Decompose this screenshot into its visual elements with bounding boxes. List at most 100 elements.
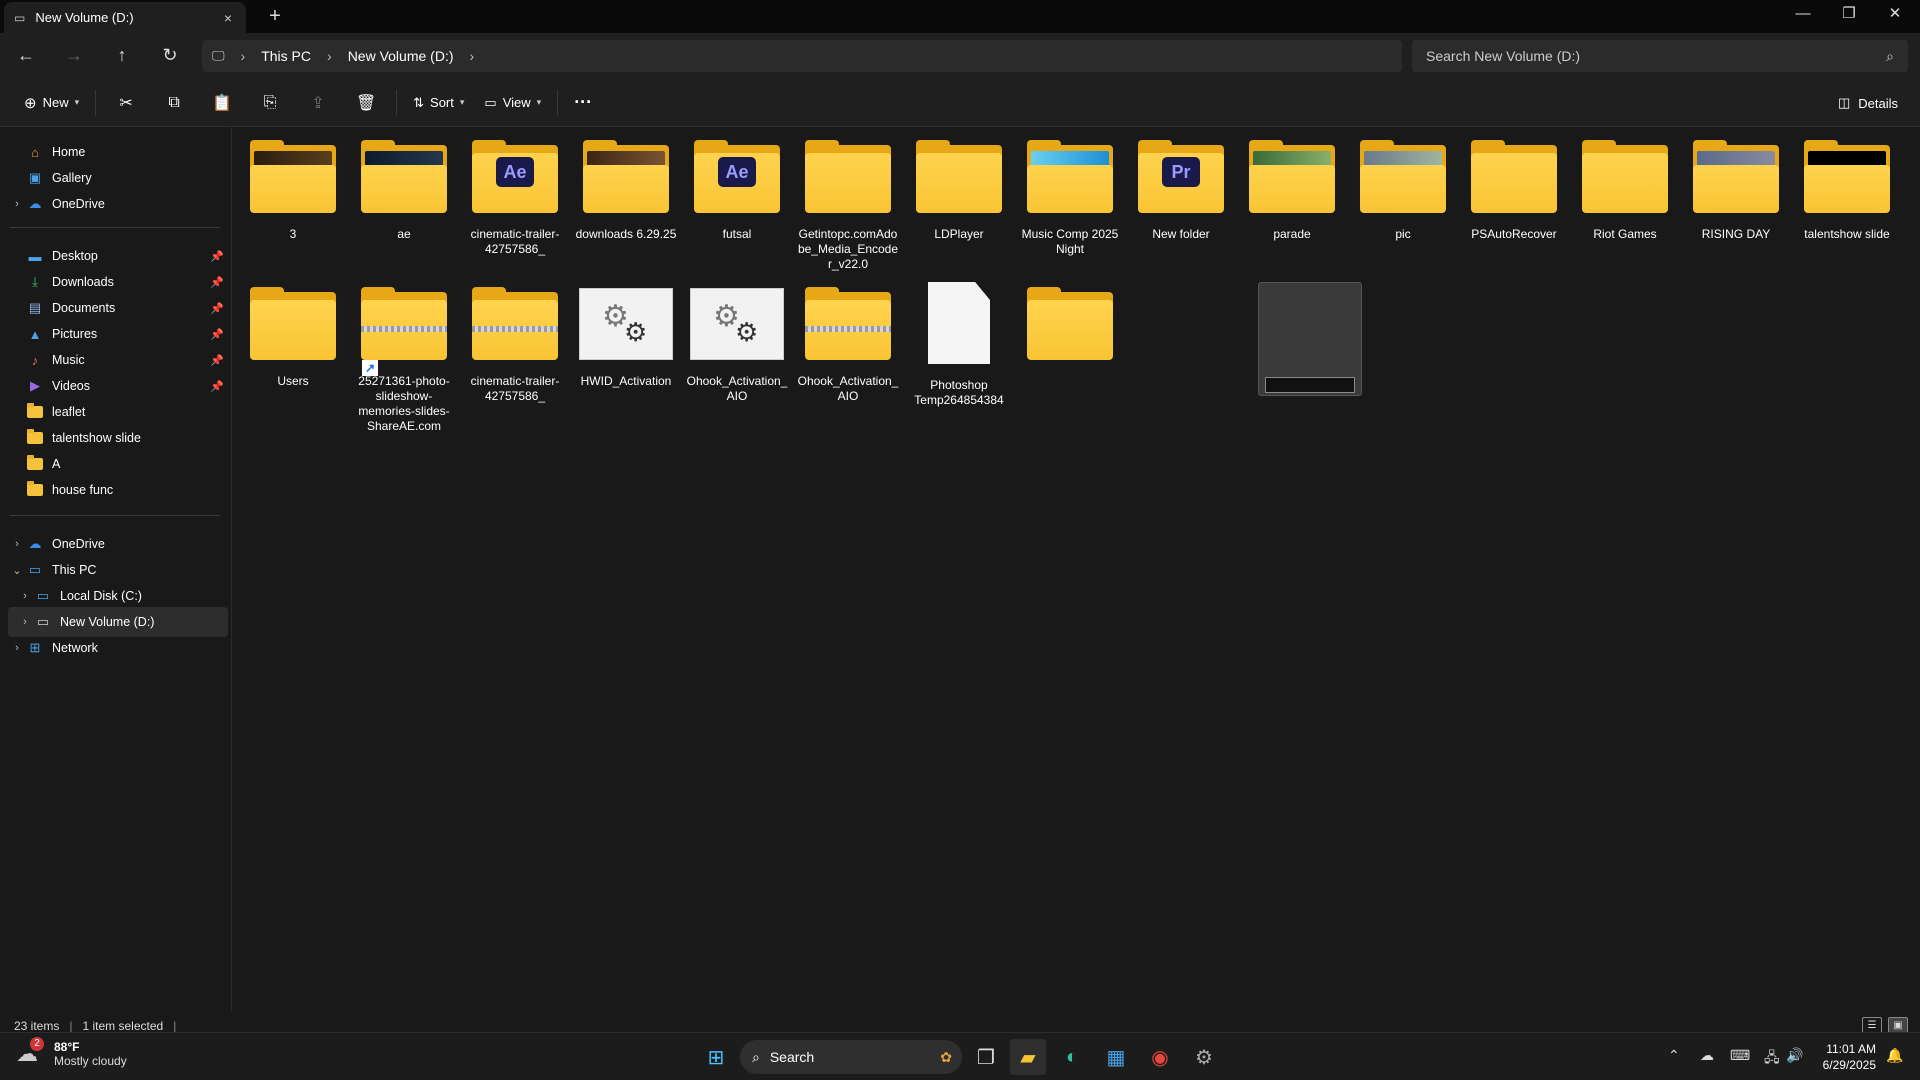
share-button[interactable]: ⇪ <box>294 86 342 120</box>
pin-icon[interactable]: 📌 <box>210 276 224 289</box>
folder-icon <box>250 287 336 360</box>
folder-item[interactable]: parade <box>1240 127 1344 242</box>
folder-item[interactable]: Users <box>241 274 345 389</box>
edge-icon: ◐ <box>1065 1045 1079 1068</box>
folder-item[interactable]: downloads 6.29.25 <box>574 127 678 242</box>
folder-item[interactable]: Getintopc.comAdobe_Media_Encoder_v22.0 <box>796 127 900 272</box>
close-button[interactable]: ✕ <box>1872 0 1918 30</box>
taskbar-search[interactable]: ⌕ Search ✿ <box>740 1040 962 1074</box>
search-input[interactable]: Search New Volume (D:) ⌕ <box>1412 40 1908 72</box>
maximize-button[interactable]: ❐ <box>1826 0 1872 30</box>
folder-item[interactable]: LDPlayer <box>907 127 1011 242</box>
copy-button[interactable]: ⧉ <box>150 86 198 120</box>
network-icon[interactable]: 🖧 <box>1764 1047 1780 1071</box>
cut-button[interactable]: ✂ <box>102 86 150 120</box>
address-bar[interactable]: 🖵 › This PC › New Volume (D:) › <box>202 40 1402 72</box>
chevron-right-icon[interactable]: › <box>8 642 26 654</box>
chevron-up-icon[interactable]: ⌃ <box>1668 1047 1680 1064</box>
after-effects-icon: Ae <box>496 157 534 187</box>
item-name: cinematic-trailer-42757586_ <box>470 227 560 256</box>
executable-item[interactable]: ⚙ ⚙ Ohook_Activation_AIO <box>685 274 789 404</box>
new-folder-item[interactable] <box>1018 274 1122 360</box>
sidebar-item-label: Documents <box>52 301 116 315</box>
new-button[interactable]: ⊕ New ▾ <box>14 86 89 120</box>
chevron-right-icon[interactable]: › <box>8 198 26 210</box>
volume-icon[interactable]: 🔊 <box>1786 1047 1803 1064</box>
folder-item[interactable]: Music Comp 2025 Night <box>1018 127 1122 257</box>
weather-widget[interactable]: ☁ 2 88°F Mostly cloudy <box>16 1037 127 1069</box>
tab-close-icon[interactable]: × <box>220 10 236 26</box>
new-tab-button[interactable]: + <box>262 5 288 29</box>
divider <box>557 89 559 116</box>
sidebar-item-house-func[interactable]: house func <box>8 475 228 505</box>
zip-item[interactable]: 25271361-photo-slideshow-memories-slides… <box>352 274 456 434</box>
folder-item[interactable]: 3 <box>241 127 345 242</box>
folder-icon <box>583 140 669 213</box>
breadcrumb-this-pc[interactable]: This PC <box>261 48 311 64</box>
notifications-icon[interactable]: 🔔 <box>1886 1047 1903 1064</box>
folder-item[interactable]: PSAutoRecover <box>1462 127 1566 242</box>
delete-button[interactable]: 🗑 <box>342 86 390 120</box>
item-name: New folder <box>1152 227 1210 241</box>
zip-item[interactable]: Ohook_Activation_AIO <box>796 274 900 404</box>
pictures-icon: ▲ <box>28 326 42 342</box>
details-button[interactable]: ◫ Details <box>1838 86 1898 120</box>
settings-taskbar[interactable]: ⚙ <box>1186 1039 1222 1075</box>
chevron-right-icon[interactable]: › <box>16 616 34 628</box>
folder-icon <box>1249 140 1335 213</box>
chevron-right-icon[interactable]: › <box>8 538 26 550</box>
chevron-right-icon[interactable]: › <box>16 590 34 602</box>
rename-input[interactable] <box>1265 377 1355 393</box>
file-item[interactable]: Photoshop Temp264854384 <box>907 274 1011 408</box>
paste-button[interactable]: 📋 <box>198 86 246 120</box>
file-explorer-taskbar[interactable]: ▰ <box>1010 1039 1046 1075</box>
folder-icon <box>1804 140 1890 213</box>
more-options-button[interactable]: ··· <box>564 86 602 120</box>
chevron-right-icon[interactable]: › <box>470 48 475 64</box>
folder-item[interactable]: pic <box>1351 127 1455 242</box>
pin-icon[interactable]: 📌 <box>210 380 224 393</box>
start-button[interactable]: ⊞ <box>698 1039 734 1075</box>
folder-icon <box>916 140 1002 213</box>
chrome-taskbar[interactable]: ◉ <box>1142 1039 1178 1075</box>
rename-button[interactable]: ⎘ <box>246 86 294 120</box>
download-icon: ⤓ <box>32 274 38 289</box>
sort-button[interactable]: ⇅ Sort ▾ <box>403 86 474 120</box>
chevron-down-icon: ▾ <box>74 97 80 107</box>
edge-taskbar[interactable]: ◐ <box>1054 1039 1090 1075</box>
sidebar-item-label: OneDrive <box>52 537 105 551</box>
folder-item[interactable]: Ae futsal <box>685 127 789 242</box>
pin-icon[interactable]: 📌 <box>210 250 224 263</box>
chevron-down-icon[interactable]: ⌄ <box>8 564 26 577</box>
onedrive-tray-icon[interactable]: ☁ <box>1700 1047 1714 1064</box>
folder-item[interactable]: ae <box>352 127 456 242</box>
pin-icon[interactable]: 📌 <box>210 302 224 315</box>
selection-count: 1 item selected <box>82 1019 164 1033</box>
sidebar-item-network[interactable]: › ⊞ Network <box>8 633 228 663</box>
keyboard-icon[interactable]: ⌨ <box>1730 1047 1750 1064</box>
forward-button[interactable]: → <box>58 41 90 69</box>
sidebar-item-label: Pictures <box>52 327 98 341</box>
pin-icon[interactable]: 📌 <box>210 354 224 367</box>
folder-item[interactable]: Riot Games <box>1573 127 1677 242</box>
sidebar-item-onedrive[interactable]: › ☁ OneDrive <box>8 189 228 219</box>
task-view-button[interactable]: ❐ <box>968 1039 1004 1075</box>
folder-item[interactable]: Pr New folder <box>1129 127 1233 242</box>
back-button[interactable]: ← <box>10 41 42 69</box>
folder-item[interactable]: talentshow slide <box>1795 127 1899 242</box>
zip-item[interactable]: cinematic-trailer-42757586_ <box>463 274 567 404</box>
refresh-button[interactable]: ↻ <box>154 41 186 69</box>
store-taskbar[interactable]: ▦ <box>1098 1039 1134 1075</box>
minimize-button[interactable]: — <box>1780 0 1826 30</box>
tab-new-volume[interactable]: ▭ New Volume (D:) × <box>4 2 246 33</box>
pin-icon[interactable]: 📌 <box>210 328 224 341</box>
folder-item[interactable]: RISING DAY <box>1684 127 1788 242</box>
drive-icon: ▭ <box>36 614 50 629</box>
item-name: 25271361-photo-slideshow-memories-slides… <box>358 374 450 433</box>
folder-item[interactable]: Ae cinematic-trailer-42757586_ <box>463 127 567 257</box>
breadcrumb-new-volume[interactable]: New Volume (D:) <box>348 48 454 64</box>
up-button[interactable]: ↑ <box>106 41 138 69</box>
view-button[interactable]: ▭ View ▾ <box>474 86 551 120</box>
clock[interactable]: 11:01 AM 6/29/2025 <box>1810 1041 1876 1073</box>
executable-item[interactable]: ⚙ ⚙ HWID_Activation <box>574 274 678 389</box>
